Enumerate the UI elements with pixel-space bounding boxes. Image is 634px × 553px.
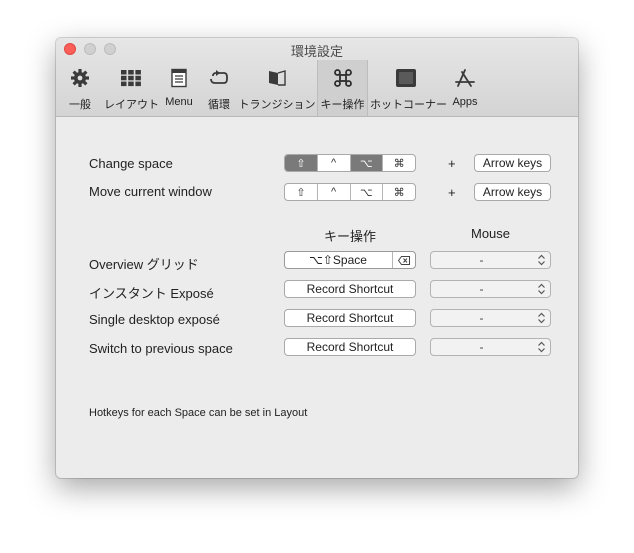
toolbar-item-hot-corners[interactable]: ホットコーナー (370, 60, 447, 114)
shift-modifier-toggle[interactable]: ⇧ (285, 155, 318, 171)
record-shortcut-button[interactable]: Record Shortcut (284, 338, 416, 356)
keys-column-header: キー操作 (323, 229, 376, 244)
delete-backward-icon (398, 255, 410, 265)
menu-icon (171, 68, 187, 88)
toolbar-item-menu[interactable]: Menu (158, 60, 200, 114)
mouse-select-previous-space[interactable]: - (430, 338, 551, 356)
chevron-up-down-icon (538, 312, 545, 324)
change-space-label: Change space (89, 156, 173, 171)
shift-modifier-toggle[interactable]: ⇧ (285, 184, 318, 200)
select-value: - (479, 282, 484, 296)
arrow-keys-button[interactable]: Arrow keys (474, 154, 551, 172)
cycle-icon (210, 70, 228, 84)
control-modifier-toggle[interactable]: ^ (318, 184, 351, 200)
record-shortcut-button[interactable]: Record Shortcut (284, 309, 416, 327)
option-modifier-toggle[interactable]: ⌥ (350, 155, 384, 171)
move-window-label: Move current window (89, 184, 212, 199)
command-key-icon (333, 69, 352, 87)
command-modifier-toggle[interactable]: ⌘ (383, 155, 415, 171)
toolbar-item-keys[interactable]: キー操作 (317, 60, 368, 116)
change-space-modifiers: ⇧ ^ ⌥ ⌘ (284, 154, 416, 172)
select-value: - (479, 311, 484, 325)
shortcut-label-overview: Overview グリッド (89, 257, 199, 272)
transition-icon (269, 70, 286, 86)
toolbar-label: Apps (452, 96, 478, 108)
app-store-icon (455, 69, 475, 87)
mouse-select-instant-expose[interactable]: - (430, 280, 551, 298)
mouse-column-header: Mouse (470, 226, 511, 241)
chevron-up-down-icon (538, 341, 545, 353)
gear-icon (71, 69, 89, 87)
select-value: - (479, 253, 484, 267)
shortcut-label-single-desktop: Single desktop exposé (89, 312, 220, 327)
toolbar-label: ホットコーナー (370, 99, 447, 111)
shortcut-label-instant-expose: インスタント Exposé (89, 286, 214, 301)
shortcut-value: ⌥⇧Space (309, 253, 367, 267)
mouse-select-overview[interactable]: - (430, 251, 551, 269)
layout-hint-text: Hotkeys for each Space can be set in Lay… (89, 407, 308, 419)
hot-corner-icon (396, 69, 416, 87)
toolbar-label: トランジション (238, 99, 316, 111)
toolbar-label: 循環 (208, 99, 230, 111)
grid-icon (121, 70, 141, 87)
option-modifier-toggle[interactable]: ⌥ (351, 184, 384, 200)
arrow-keys-button[interactable]: Arrow keys (474, 183, 551, 201)
control-modifier-toggle[interactable]: ^ (318, 155, 351, 171)
toolbar-item-layout[interactable]: レイアウト (104, 60, 159, 114)
mouse-select-single-desktop[interactable]: - (430, 309, 551, 327)
record-shortcut-button[interactable]: Record Shortcut (284, 280, 416, 298)
clear-shortcut-button[interactable] (392, 252, 415, 268)
chevron-up-down-icon (538, 283, 545, 295)
toolbar-item-apps[interactable]: Apps (442, 60, 488, 114)
command-modifier-toggle[interactable]: ⌘ (383, 184, 415, 200)
window-title: 環境設定 (290, 44, 343, 59)
select-value: - (479, 340, 484, 354)
plus-sign: + (448, 156, 456, 171)
toolbar-item-general[interactable]: 一般 (56, 60, 104, 114)
shortcut-label-previous-space: Switch to previous space (89, 341, 233, 356)
toolbar-label: キー操作 (320, 99, 365, 111)
title-bar: 環境設定 一般 レイアウト Menu 循環 トランジション キー操作 ホットコー… (56, 38, 578, 117)
preferences-window: 環境設定 一般 レイアウト Menu 循環 トランジション キー操作 ホットコー… (56, 38, 578, 478)
toolbar-label: レイアウト (104, 99, 159, 111)
shortcut-recorder-overview[interactable]: ⌥⇧Space (284, 251, 416, 269)
toolbar-label: Menu (165, 96, 193, 108)
move-window-modifiers: ⇧ ^ ⌥ ⌘ (284, 183, 416, 201)
chevron-up-down-icon (538, 254, 545, 266)
plus-sign: + (448, 185, 456, 200)
toolbar-item-cycle[interactable]: 循環 (200, 60, 238, 114)
toolbar-label: 一般 (69, 99, 91, 111)
toolbar-item-transition[interactable]: トランジション (238, 60, 316, 114)
